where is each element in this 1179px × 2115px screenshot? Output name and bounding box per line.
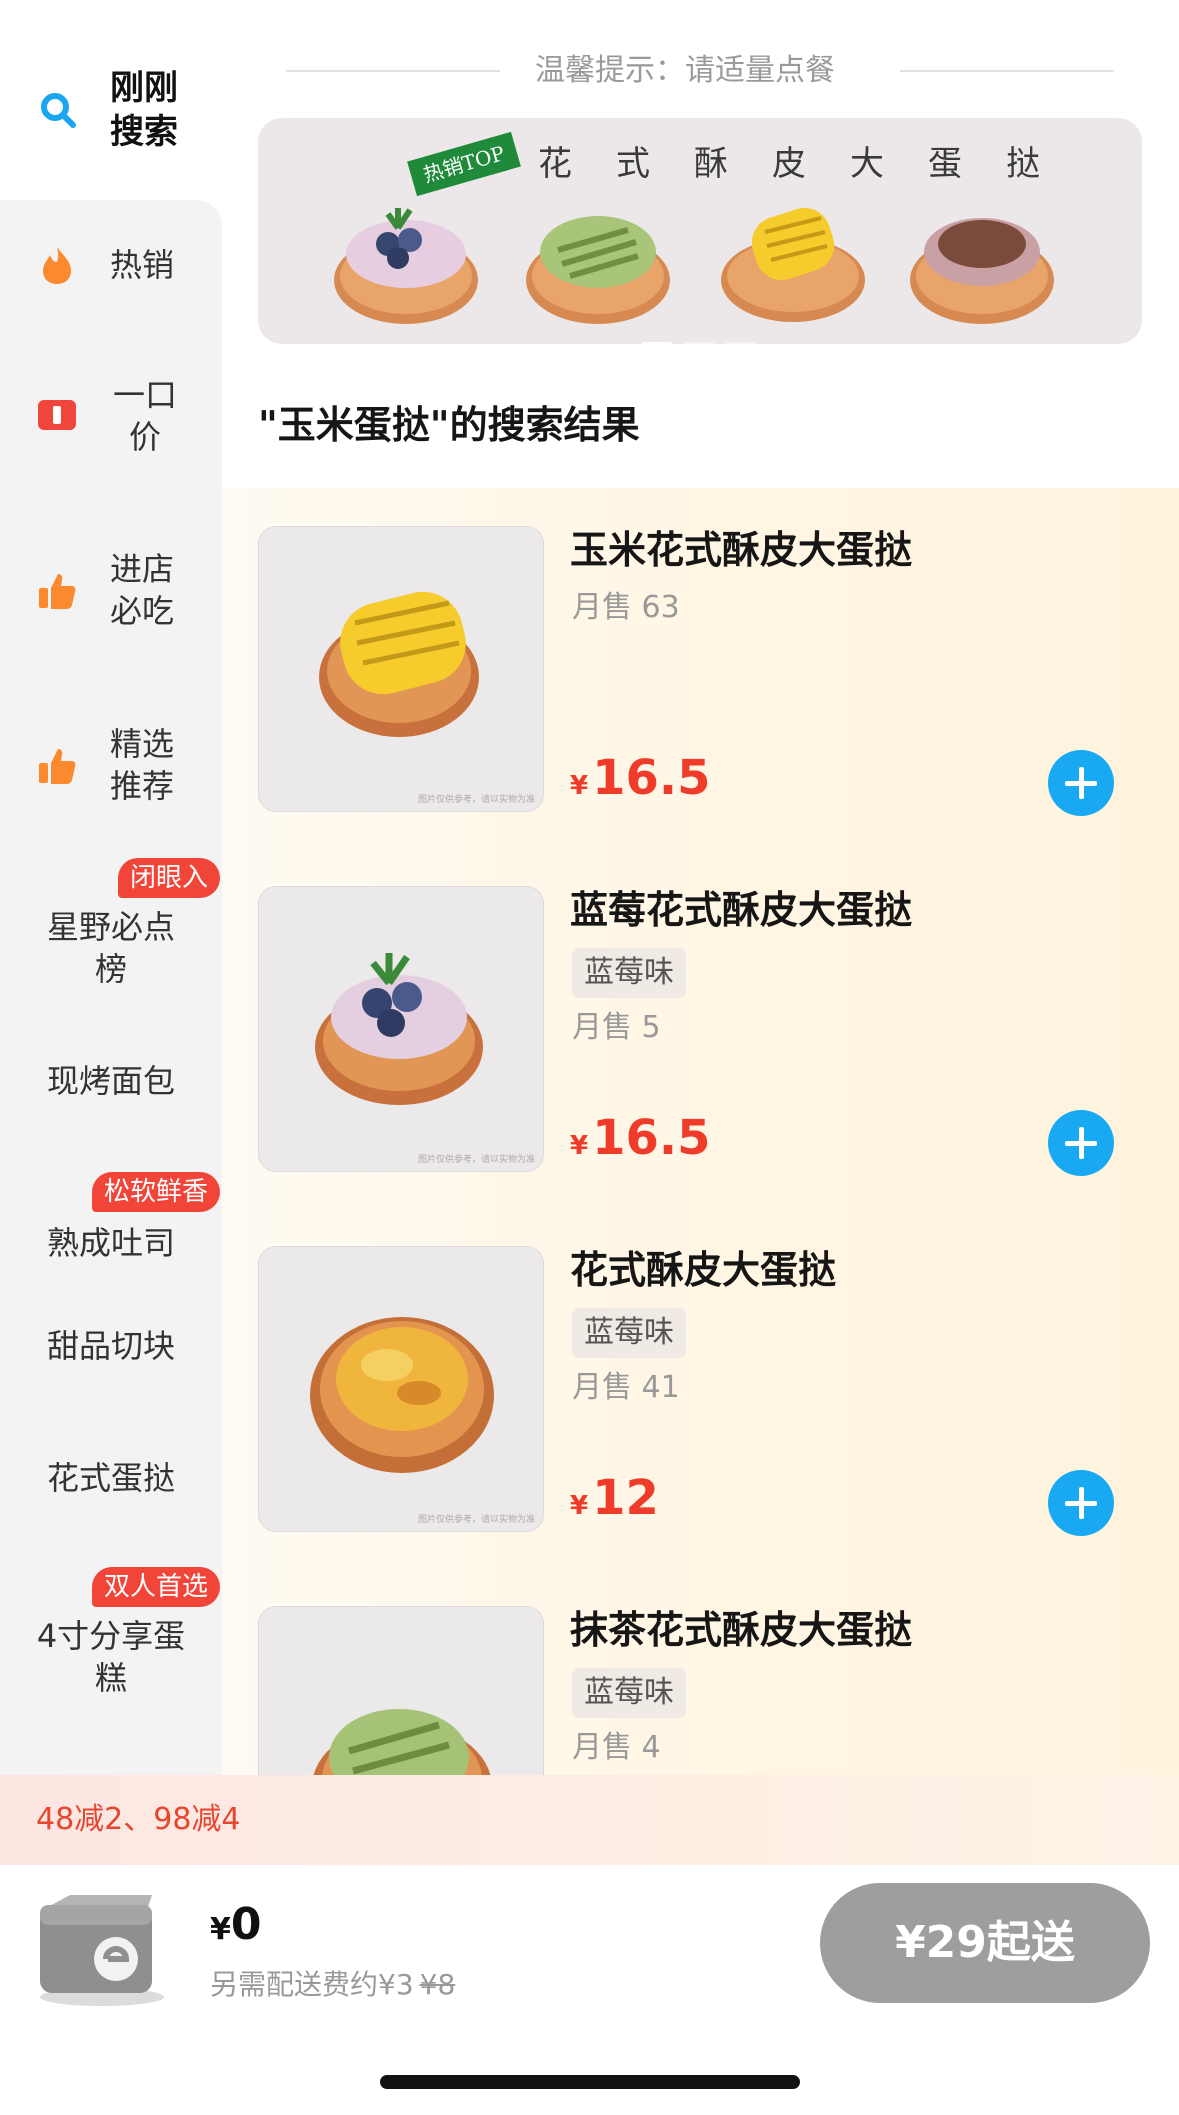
price-currency: ¥ xyxy=(570,1131,589,1161)
product-card[interactable]: 图片仅供参考，请以实物为准 玉米花式酥皮大蛋挞 月售 63 ¥16.5 xyxy=(222,488,1179,848)
image-watermark: 图片仅供参考，请以实物为准 xyxy=(417,1155,535,1165)
sidebar-item-recommended[interactable]: 精选推荐 xyxy=(0,675,222,850)
banner-title: 花 式 酥 皮 大 蛋 挞 xyxy=(258,136,1142,186)
classic-tart-image xyxy=(310,1317,494,1473)
product-card[interactable]: 图片仅供参考，请以实物为准 蓝莓花式酥皮大蛋挞 蓝莓味 月售 5 ¥16.5 xyxy=(222,848,1179,1208)
sidebar-item-fresh-bread[interactable]: 现烤面包 xyxy=(0,1010,222,1140)
sidebar-item-fixed-price[interactable]: 一口价 xyxy=(0,330,222,500)
product-image[interactable]: 图片仅供参考，请以实物为准 xyxy=(258,886,544,1172)
banner-title-char: 花 xyxy=(538,144,572,184)
shopping-bag-icon[interactable] xyxy=(30,1879,170,2009)
sidebar-item-label: 刚刚搜索 xyxy=(110,68,178,152)
product-sales: 月售 63 xyxy=(572,590,680,625)
add-to-cart-button[interactable] xyxy=(1048,750,1114,816)
cart-total-value: 0 xyxy=(230,1899,262,1950)
product-image[interactable]: 图片仅供参考，请以实物为准 xyxy=(258,1246,544,1532)
product-image[interactable] xyxy=(258,1606,544,1775)
product-list: 图片仅供参考，请以实物为准 玉米花式酥皮大蛋挞 月售 63 ¥16.5 图片仅供… xyxy=(222,488,1179,1775)
sidebar-item-hot[interactable]: 热销 xyxy=(0,200,222,330)
product-price: ¥12 xyxy=(570,1470,659,1537)
product-spec-tag: 蓝莓味 xyxy=(572,1308,686,1358)
corn-tart-image xyxy=(319,591,479,737)
sidebar-item-dessert-slice[interactable]: 甜品切块 xyxy=(0,1275,222,1405)
sidebar-item-must-eat[interactable]: 进店必吃 xyxy=(0,500,222,675)
thumbs-up-icon xyxy=(39,749,76,784)
image-watermark: 图片仅供参考，请以实物为准 xyxy=(417,1515,535,1525)
product-sales: 月售 4 xyxy=(572,1730,661,1765)
cart-total: ¥0 xyxy=(210,1897,262,1962)
matcha-tart-image xyxy=(526,216,670,324)
sidebar-item-label: 甜品切块 xyxy=(46,1327,175,1365)
blueberry-tart-image xyxy=(334,208,478,324)
promo-banner[interactable]: 花 式 酥 皮 大 蛋 挞 热销TOP xyxy=(258,118,1142,344)
banner-title-char: 挞 xyxy=(1006,144,1040,184)
home-indicator[interactable] xyxy=(380,2075,800,2089)
sidebar-item-tag: 闭眼入 xyxy=(117,858,220,898)
sidebar-item-label: 精选推荐 xyxy=(110,725,175,805)
delivery-fee: 另需配送费约¥3 ¥8 xyxy=(210,1965,455,2005)
sidebar-item-tag: 松软鲜香 xyxy=(91,1172,220,1212)
category-sidebar: 刚刚搜索 热销 一口价 进店必吃 精选推荐 闭眼入 星野必点榜 现烤面包 松软鲜… xyxy=(0,0,222,1775)
discount-strip[interactable]: 48减2、98减4 xyxy=(0,1775,1179,1865)
sidebar-item-recent-search[interactable]: 刚刚搜索 xyxy=(0,0,222,200)
corn-tart-image xyxy=(721,207,865,322)
price-value: 12 xyxy=(592,1470,659,1526)
thumbs-up-icon xyxy=(39,574,76,609)
discount-text: 48减2、98减4 xyxy=(36,1802,241,1837)
product-price: ¥16.5 xyxy=(570,750,711,817)
carousel-dots xyxy=(642,330,768,344)
search-icon xyxy=(41,93,76,128)
sidebar-item-label: 4寸分享蛋糕 xyxy=(36,1617,186,1697)
sidebar-item-share-cake[interactable]: 双人首选 4寸分享蛋糕 xyxy=(0,1535,222,1705)
product-spec-tag: 蓝莓味 xyxy=(572,948,686,998)
sidebar-item-toast[interactable]: 松软鲜香 熟成吐司 xyxy=(0,1140,222,1275)
checkout-button[interactable]: ¥29起送 xyxy=(820,1883,1150,2003)
product-spec-tag: 蓝莓味 xyxy=(572,1668,686,1718)
banner-title-char: 蛋 xyxy=(928,144,962,184)
product-card[interactable]: 抹茶花式酥皮大蛋挞 蓝莓味 月售 4 xyxy=(222,1568,1179,1775)
add-to-cart-button[interactable] xyxy=(1048,1110,1114,1176)
price-value: 16.5 xyxy=(592,1110,711,1166)
page: 刚刚搜索 热销 一口价 进店必吃 精选推荐 闭眼入 星野必点榜 现烤面包 松软鲜… xyxy=(0,0,1179,2115)
add-to-cart-button[interactable] xyxy=(1048,1470,1114,1536)
product-image[interactable]: 图片仅供参考，请以实物为准 xyxy=(258,526,544,812)
product-name: 玉米花式酥皮大蛋挞 xyxy=(570,528,913,572)
sidebar-item-label: 星野必点榜 xyxy=(46,908,175,988)
sidebar-item-egg-tart[interactable]: 花式蛋挞 xyxy=(0,1405,222,1535)
sidebar-item-label: 现烤面包 xyxy=(46,1062,175,1100)
sidebar-item-label: 进店必吃 xyxy=(110,550,175,630)
divider xyxy=(900,70,1114,72)
product-name: 花式酥皮大蛋挞 xyxy=(570,1248,837,1292)
sidebar-item-label: 一口价 xyxy=(112,376,177,456)
sidebar-item-label: 热销 xyxy=(110,246,175,284)
banner-title-char: 式 xyxy=(616,144,650,184)
blueberry-tart-image xyxy=(315,953,483,1105)
matcha-tart-image xyxy=(313,1709,491,1775)
cart-currency: ¥ xyxy=(210,1912,231,1947)
sidebar-list: 热销 一口价 进店必吃 精选推荐 闭眼入 星野必点榜 现烤面包 松软鲜香 熟成吐… xyxy=(0,200,222,1775)
price-currency: ¥ xyxy=(570,1491,589,1521)
product-name: 蓝莓花式酥皮大蛋挞 xyxy=(570,888,913,932)
sidebar-item-label: 熟成吐司 xyxy=(46,1224,175,1262)
fire-icon xyxy=(43,247,71,284)
price-value: 16.5 xyxy=(592,750,711,806)
product-card[interactable]: 图片仅供参考，请以实物为准 花式酥皮大蛋挞 蓝莓味 月售 41 ¥12 xyxy=(222,1208,1179,1568)
image-watermark: 图片仅供参考，请以实物为准 xyxy=(417,795,535,805)
price-tag-icon xyxy=(38,400,76,430)
cart-bar: ¥0 另需配送费约¥3 ¥8 ¥29起送 xyxy=(0,1865,1179,2115)
tiramisu-tart-image xyxy=(910,218,1054,324)
delivery-fee-text: 另需配送费约¥3 xyxy=(210,1968,414,2001)
divider xyxy=(286,70,500,72)
sidebar-item-tag: 双人首选 xyxy=(91,1567,220,1607)
sidebar-item-ranking[interactable]: 闭眼入 星野必点榜 xyxy=(0,850,222,1010)
sidebar-item-label: 花式蛋挞 xyxy=(46,1459,175,1497)
product-sales: 月售 41 xyxy=(572,1370,680,1405)
delivery-fee-original: ¥8 xyxy=(419,1968,456,2001)
order-hint: 温馨提示：请适量点餐 xyxy=(535,53,835,88)
product-name: 抹茶花式酥皮大蛋挞 xyxy=(570,1608,913,1652)
product-sales: 月售 5 xyxy=(572,1010,661,1045)
product-price: ¥16.5 xyxy=(570,1110,711,1177)
search-results-title: "玉米蛋挞"的搜索结果 xyxy=(258,403,640,447)
price-currency: ¥ xyxy=(570,771,589,801)
